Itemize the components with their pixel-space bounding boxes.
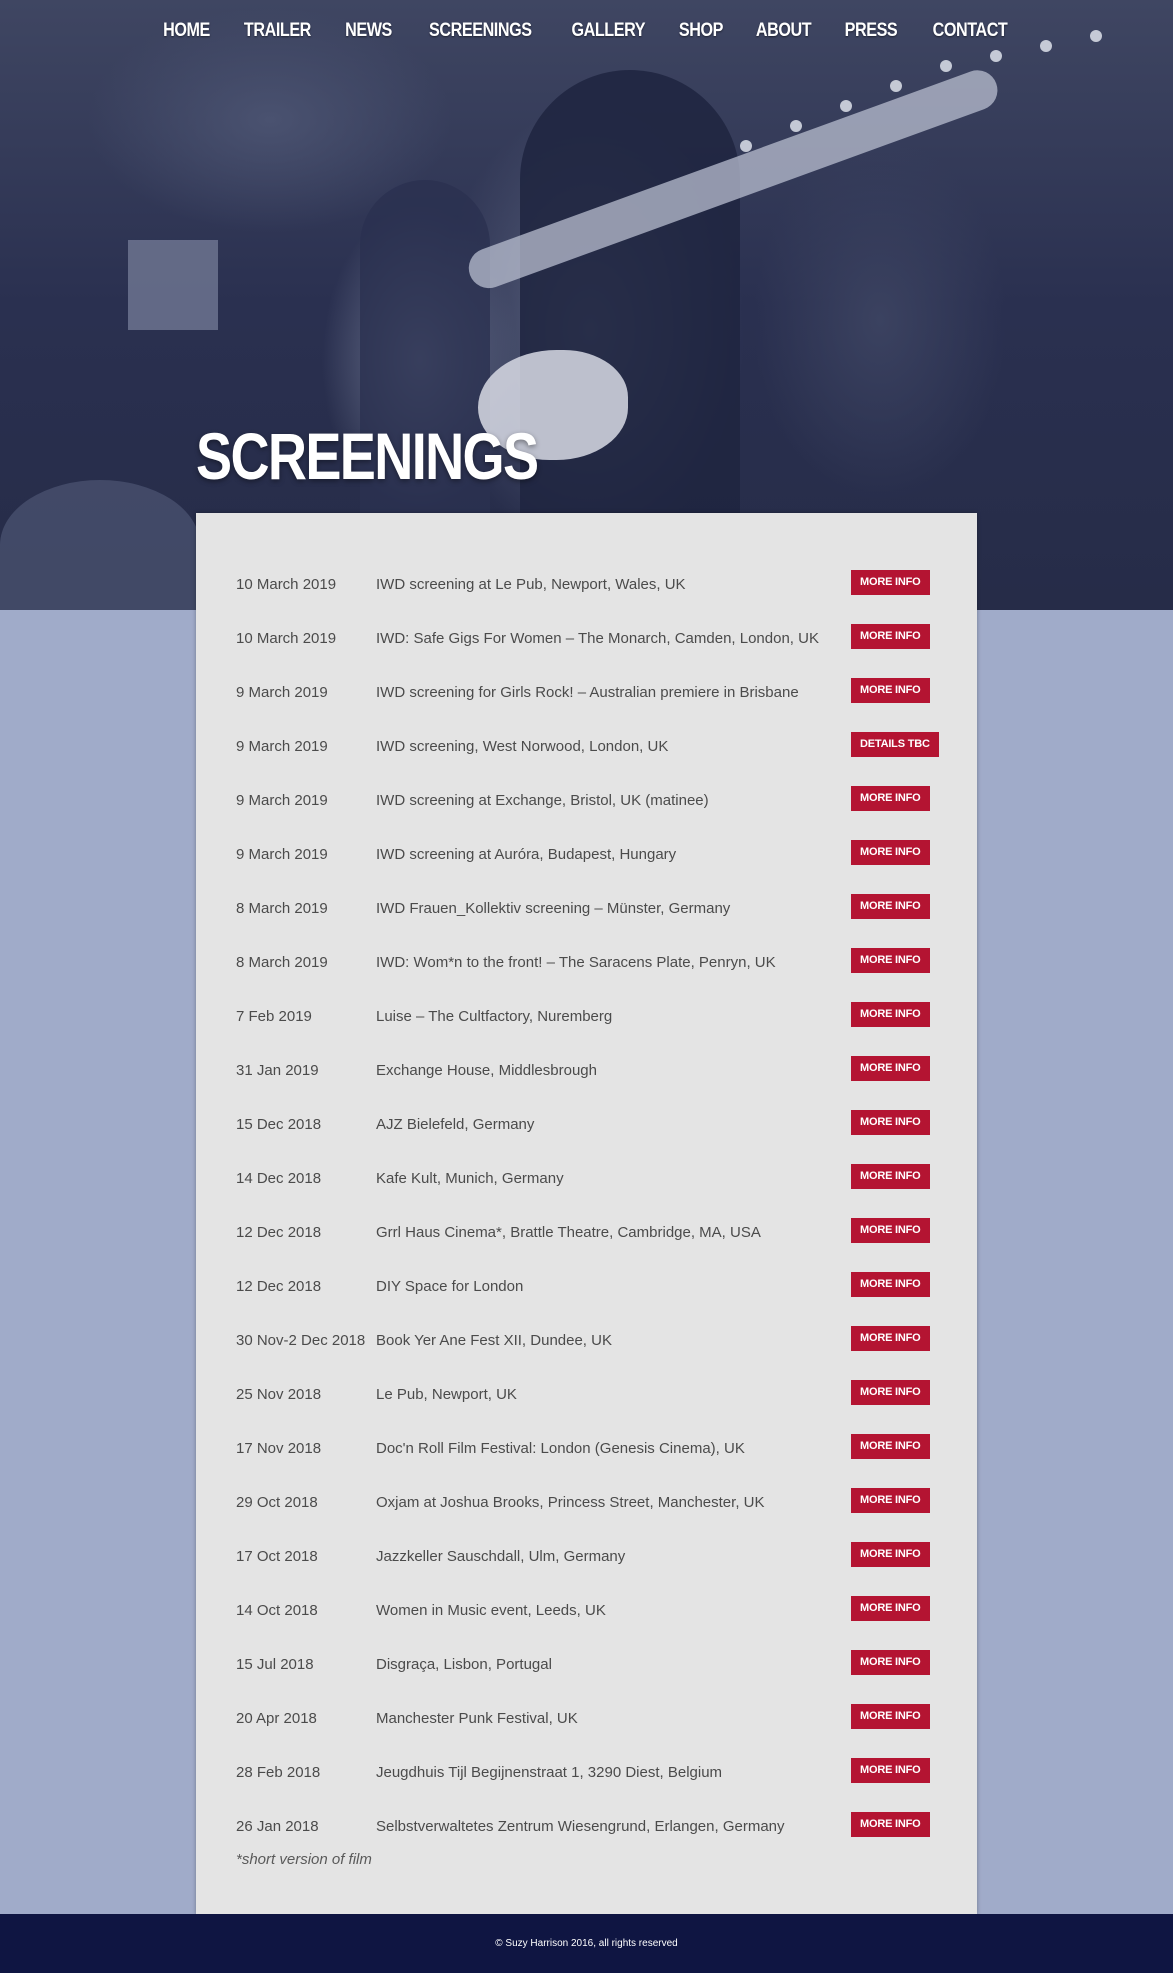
screening-date: 17 Nov 2018: [236, 1439, 322, 1457]
more-info-button[interactable]: MORE INFO: [851, 1218, 930, 1243]
details-tbc-button[interactable]: DETAILS TBC: [851, 732, 939, 757]
screening-row: 29 Oct 2018 Oxjam at Joshua Brooks, Princ…: [236, 1475, 946, 1529]
hero-photo-drums: [0, 480, 200, 610]
screenings-panel: 10 March 2019 IWD screening at Le Pub, Ne…: [196, 513, 977, 1915]
copyright-text: © Suzy Harrison 2016, all rights reserve…: [495, 1938, 678, 1949]
screening-date: 10 March 2019: [236, 629, 337, 647]
screening-date: 28 Feb 2018: [236, 1763, 321, 1781]
screening-row: 15 Jul 2018 Disgraça, Lisbon, Portugal MOR…: [236, 1637, 946, 1691]
screening-date: 15 Jul 2018: [236, 1655, 314, 1673]
nav-screenings[interactable]: SCREENINGS: [429, 20, 532, 42]
more-info-button[interactable]: MORE INFO: [851, 894, 930, 919]
more-info-button[interactable]: MORE INFO: [851, 786, 930, 811]
screenings-list: 10 March 2019 IWD screening at Le Pub, Ne…: [236, 557, 946, 1853]
screening-row: 12 Dec 2018 Grrl Haus Cinema*, Brattle Th…: [236, 1205, 946, 1259]
nav-contact[interactable]: CONTACT: [933, 20, 1008, 42]
screening-row: 8 March 2019 IWD: Wom*n to the front! – T…: [236, 935, 946, 989]
more-info-button[interactable]: MORE INFO: [851, 1650, 930, 1675]
nav-trailer[interactable]: TRAILER: [244, 20, 311, 42]
screening-date: 9 March 2019: [236, 683, 328, 701]
more-info-button[interactable]: MORE INFO: [851, 1380, 930, 1405]
more-info-button[interactable]: MORE INFO: [851, 1488, 930, 1513]
screening-date: 20 Apr 2018: [236, 1709, 317, 1727]
more-info-button[interactable]: MORE INFO: [851, 624, 930, 649]
screening-date: 8 March 2019: [236, 953, 328, 971]
nav-press[interactable]: PRESS: [845, 20, 898, 42]
more-info-button[interactable]: MORE INFO: [851, 1002, 930, 1027]
more-info-button[interactable]: MORE INFO: [851, 1812, 930, 1837]
screening-row: 20 Apr 2018 Manchester Punk Festival, UK M…: [236, 1691, 946, 1745]
more-info-button[interactable]: MORE INFO: [851, 1164, 930, 1189]
footnote: *short version of film: [236, 1851, 372, 1868]
screening-date: 17 Oct 2018: [236, 1547, 318, 1565]
screening-row: 10 March 2019 IWD: Safe Gigs For Women – …: [236, 611, 946, 665]
screening-date: 14 Dec 2018: [236, 1169, 322, 1187]
main-nav: HOME TRAILER NEWS SCREENINGS GALLERY SHO…: [0, 20, 1173, 42]
screening-date: 9 March 2019: [236, 845, 328, 863]
screening-date: 12 Dec 2018: [236, 1223, 322, 1241]
more-info-button[interactable]: MORE INFO: [851, 1758, 930, 1783]
screening-row: 30 Nov-2 Dec 2018 Book Yer Ane Fest XII, …: [236, 1313, 946, 1367]
more-info-button[interactable]: MORE INFO: [851, 1326, 930, 1351]
screening-date: 15 Dec 2018: [236, 1115, 322, 1133]
screening-row: 9 March 2019 IWD screening, West Norwood,…: [236, 719, 946, 773]
screening-date: 8 March 2019: [236, 899, 328, 917]
screening-row: 14 Dec 2018 Kafe Kult, Munich, Germany MOR…: [236, 1151, 946, 1205]
screening-date: 10 March 2019: [236, 575, 337, 593]
screening-date: 14 Oct 2018: [236, 1601, 318, 1619]
page-title: SCREENINGS: [196, 419, 539, 493]
more-info-button[interactable]: MORE INFO: [851, 1056, 930, 1081]
screening-date: 25 Nov 2018: [236, 1385, 322, 1403]
nav-shop[interactable]: SHOP: [679, 20, 724, 42]
screening-date: 9 March 2019: [236, 791, 328, 809]
screening-date: 31 Jan 2019: [236, 1061, 319, 1079]
hero-photo-sign: [128, 240, 218, 330]
screening-row: 7 Feb 2019 Luise – The Cultfactory, Nurem…: [236, 989, 946, 1043]
footer: © Suzy Harrison 2016, all rights reserve…: [0, 1914, 1173, 1973]
screening-row: 26 Jan 2018 Selbstverwaltetes Zentrum Wie…: [236, 1799, 946, 1853]
more-info-button[interactable]: MORE INFO: [851, 678, 930, 703]
more-info-button[interactable]: MORE INFO: [851, 1596, 930, 1621]
more-info-button[interactable]: MORE INFO: [851, 570, 930, 595]
screening-row: 17 Nov 2018 Doc'n Roll Film Festival: Lon…: [236, 1421, 946, 1475]
more-info-button[interactable]: MORE INFO: [851, 1272, 930, 1297]
screening-row: 17 Oct 2018 Jazzkeller Sauschdall, Ulm, G…: [236, 1529, 946, 1583]
more-info-button[interactable]: MORE INFO: [851, 1434, 930, 1459]
screening-row: 9 March 2019 IWD screening for Girls Rock…: [236, 665, 946, 719]
screening-date: 7 Feb 2019: [236, 1007, 312, 1025]
screening-row: 9 March 2019 IWD screening at Auróra, Bud…: [236, 827, 946, 881]
nav-home[interactable]: HOME: [163, 20, 210, 42]
screening-row: 25 Nov 2018 Le Pub, Newport, UK MORE INFO: [236, 1367, 946, 1421]
hero-photo-string-lights: [740, 20, 1160, 220]
more-info-button[interactable]: MORE INFO: [851, 1704, 930, 1729]
more-info-button[interactable]: MORE INFO: [851, 1542, 930, 1567]
screening-date: 9 March 2019: [236, 737, 328, 755]
nav-news[interactable]: NEWS: [345, 20, 392, 42]
screening-row: 8 March 2019 IWD Frauen_Kollektiv screeni…: [236, 881, 946, 935]
more-info-button[interactable]: MORE INFO: [851, 840, 930, 865]
more-info-button[interactable]: MORE INFO: [851, 1110, 930, 1135]
nav-about[interactable]: ABOUT: [756, 20, 812, 42]
screening-row: 28 Feb 2018 Jeugdhuis Tijl Begijnenstraat…: [236, 1745, 946, 1799]
screening-date: 29 Oct 2018: [236, 1493, 318, 1511]
screening-row: 12 Dec 2018 DIY Space for London MORE INFO: [236, 1259, 946, 1313]
screening-row: 15 Dec 2018 AJZ Bielefeld, Germany MORE IN…: [236, 1097, 946, 1151]
screening-row: 14 Oct 2018 Women in Music event, Leeds, …: [236, 1583, 946, 1637]
screening-date: 26 Jan 2018: [236, 1817, 319, 1835]
nav-gallery[interactable]: GALLERY: [571, 20, 645, 42]
screening-row: 31 Jan 2019 Exchange House, Middlesbrough…: [236, 1043, 946, 1097]
screening-date: 12 Dec 2018: [236, 1277, 322, 1295]
screening-row: 10 March 2019 IWD screening at Le Pub, Ne…: [236, 557, 946, 611]
more-info-button[interactable]: MORE INFO: [851, 948, 930, 973]
screening-date: 30 Nov-2 Dec 2018: [236, 1331, 366, 1349]
screening-row: 9 March 2019 IWD screening at Exchange, B…: [236, 773, 946, 827]
